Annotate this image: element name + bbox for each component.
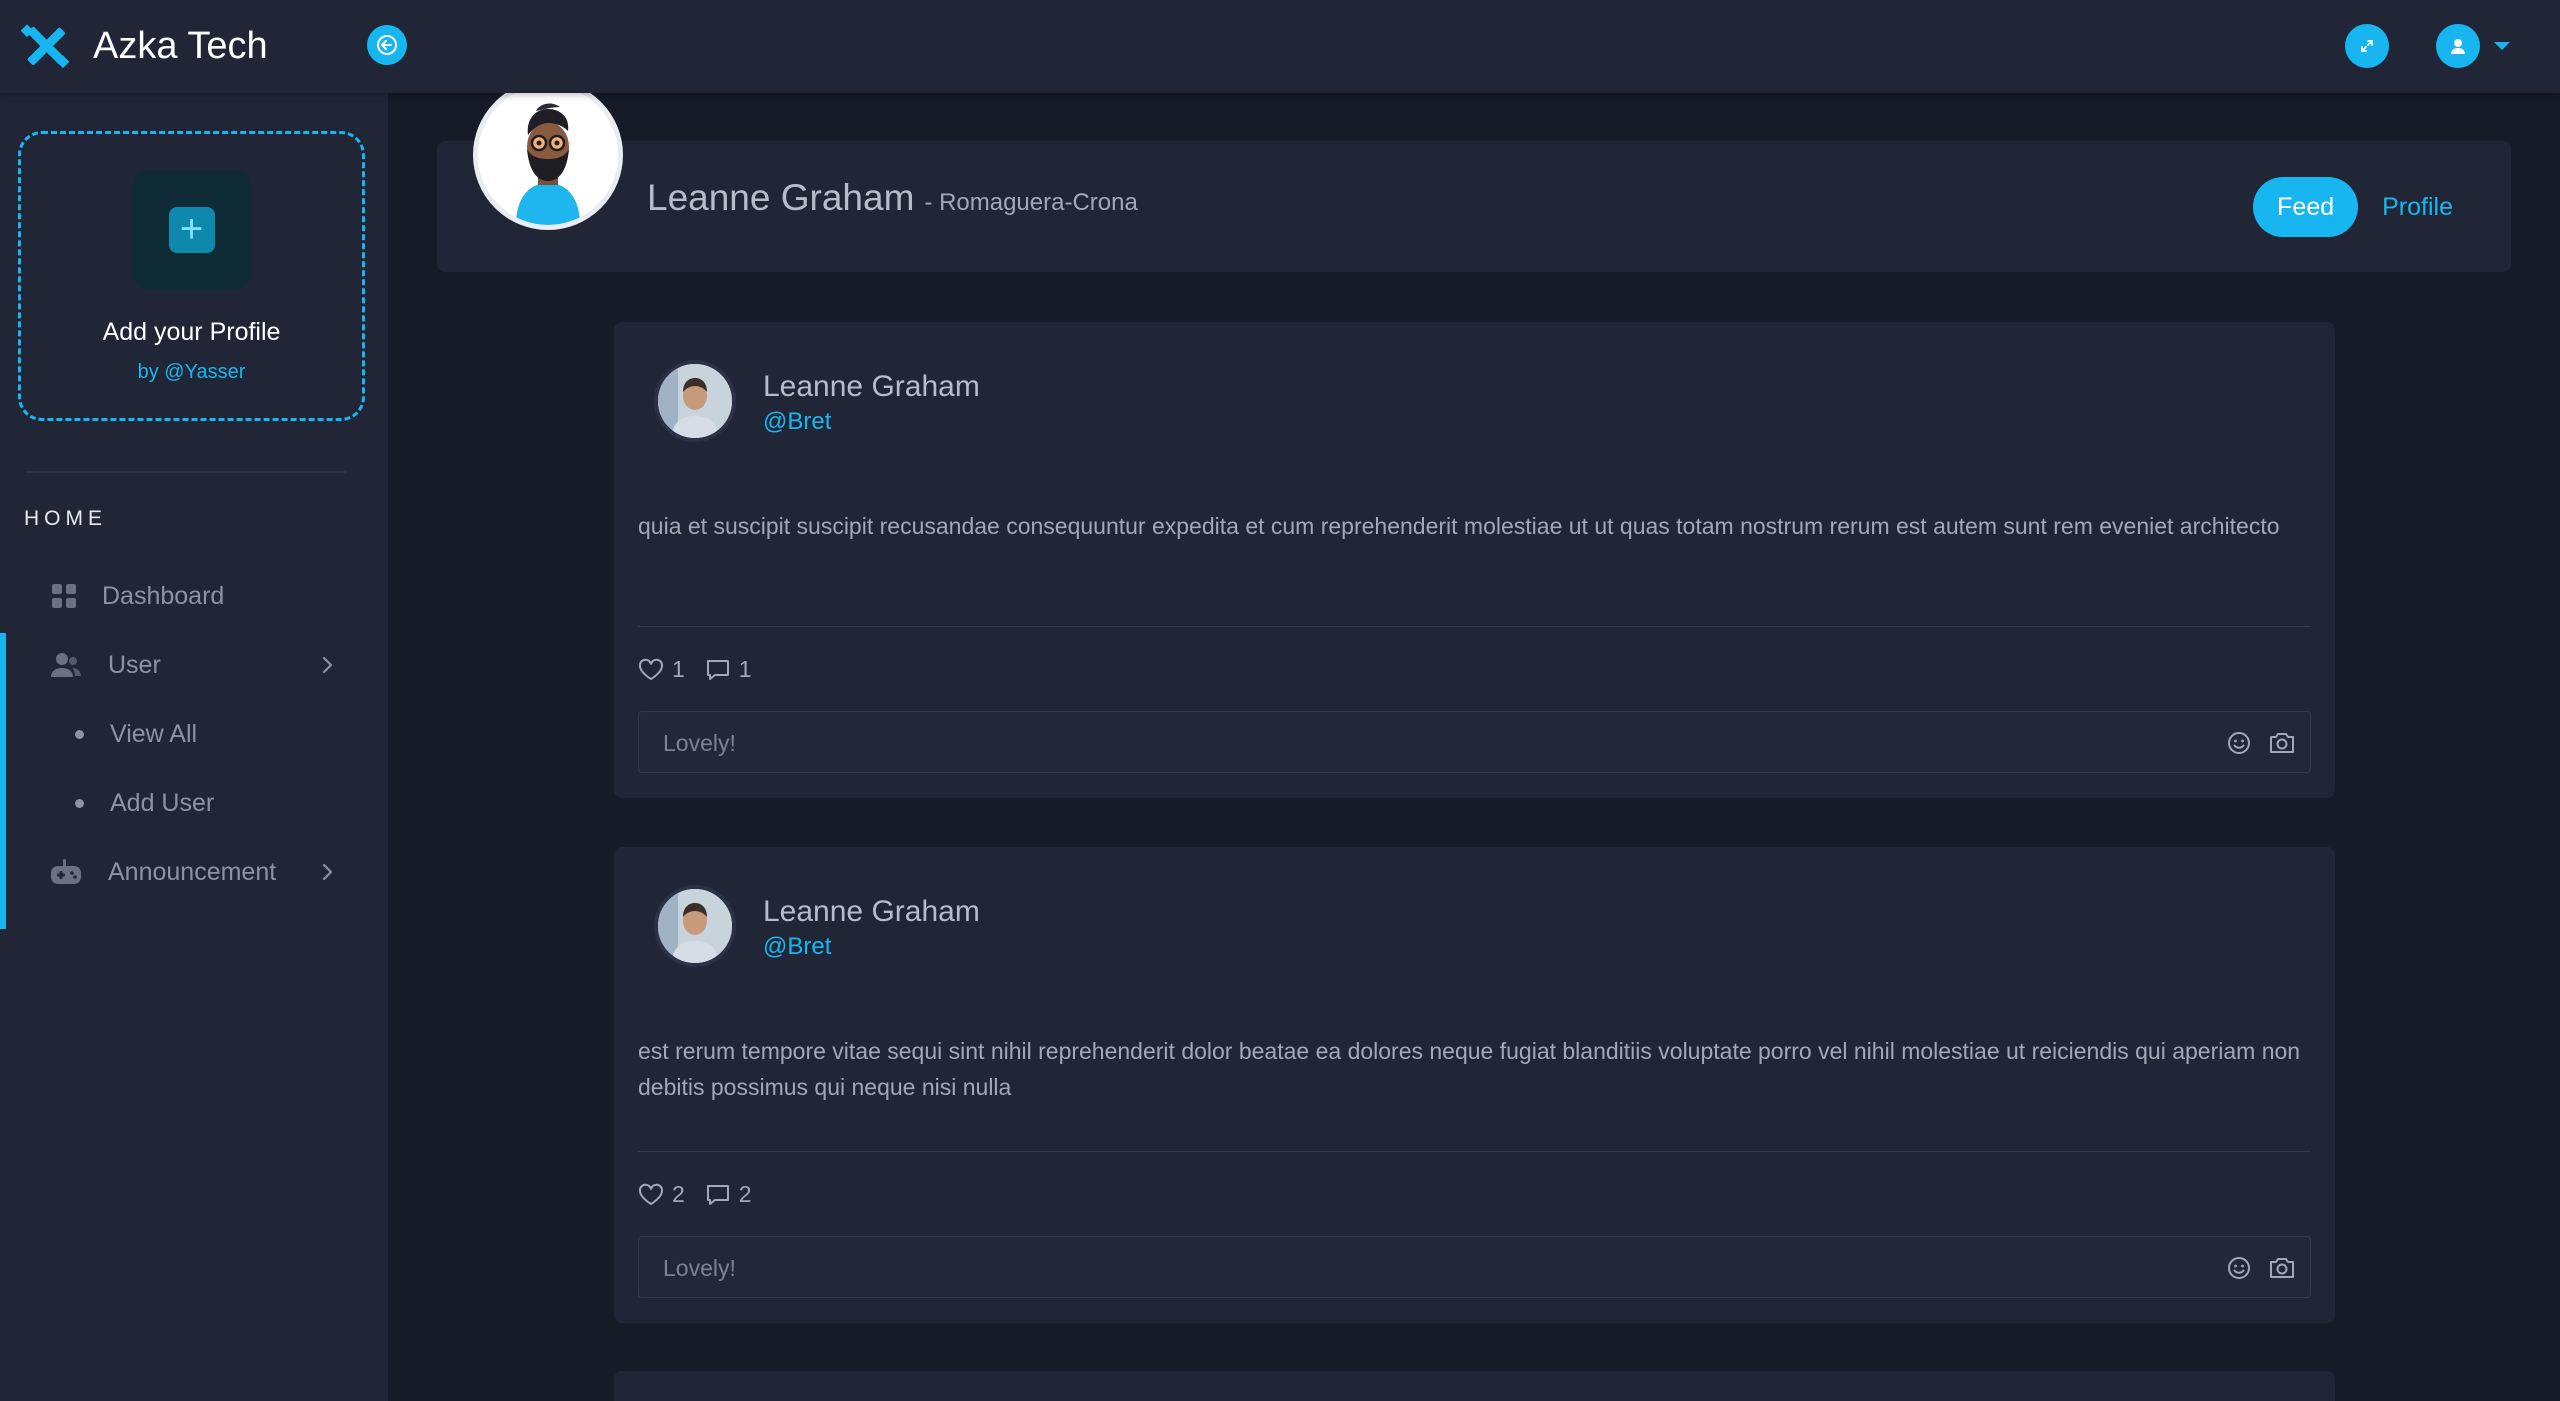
like-count: 2	[672, 1181, 685, 1207]
like-button[interactable]: 2	[638, 1181, 685, 1208]
person-photo-icon	[658, 364, 732, 438]
sidebar-item-label: View All	[110, 719, 198, 748]
sidebar-item-label: Add User	[110, 788, 215, 817]
comment-input[interactable]: Lovely!	[638, 1236, 2311, 1298]
gamepad-icon	[50, 856, 82, 888]
top-bar: Azka Tech	[0, 0, 2560, 93]
like-count: 1	[672, 656, 685, 682]
comment-count: 1	[738, 656, 752, 682]
post-avatar[interactable]	[654, 360, 736, 442]
post-body: quia et suscipit suscipit recusandae con…	[638, 513, 2280, 539]
sidebar-divider	[26, 471, 346, 473]
add-profile-byline[interactable]: by @Yasser	[21, 361, 362, 384]
post-author[interactable]: Leanne Graham	[763, 370, 980, 404]
comment-placeholder: Lovely!	[663, 1255, 736, 1281]
sidebar-item-announcement[interactable]: Announcement	[0, 844, 388, 900]
fullscreen-button[interactable]	[2345, 24, 2389, 68]
user-avatar-button[interactable]	[2436, 24, 2480, 68]
user-icon	[2451, 39, 2465, 54]
camera-icon[interactable]	[2268, 1255, 2296, 1281]
grid-icon	[48, 580, 80, 612]
sidebar-item-dashboard[interactable]: Dashboard	[0, 568, 388, 624]
profile-avatar[interactable]	[473, 80, 623, 230]
bullet-icon	[75, 798, 84, 808]
feed-post: Leanne Graham @Bret est rerum tempore vi…	[614, 847, 2335, 1323]
sidebar-item-user[interactable]: User	[0, 637, 388, 693]
users-icon	[50, 649, 82, 681]
camera-icon[interactable]	[2268, 730, 2296, 756]
bearded-avatar-icon	[478, 85, 618, 225]
post-stats: 2 2	[638, 1181, 772, 1208]
expand-icon	[2361, 40, 2373, 52]
heart-icon	[638, 658, 664, 680]
add-profile-card[interactable]: + Add your Profile by @Yasser	[18, 131, 365, 421]
emoji-icon[interactable]	[2226, 730, 2252, 756]
comment-placeholder: Lovely!	[663, 730, 736, 756]
post-handle[interactable]: @Bret	[763, 933, 831, 961]
chevron-down-icon	[2494, 42, 2510, 50]
chevron-right-icon	[322, 863, 333, 881]
comment-icon	[706, 659, 729, 680]
sidebar-subitem-add-user[interactable]: Add User	[0, 775, 388, 831]
feed-post	[614, 1371, 2335, 1401]
profile-company: - Romaguera-Crona	[924, 189, 1138, 216]
post-divider	[638, 1151, 2311, 1152]
sidebar: + Add your Profile by @Yasser HOME Dashb…	[0, 93, 388, 1401]
user-menu[interactable]	[2436, 24, 2510, 68]
emoji-icon[interactable]	[2226, 1255, 2252, 1281]
post-avatar[interactable]	[654, 885, 736, 967]
bullet-icon	[75, 729, 84, 739]
chevron-right-icon	[322, 656, 333, 674]
profile-name-line: Leanne Graham - Romaguera-Crona	[647, 177, 1138, 219]
brand[interactable]: Azka Tech	[21, 21, 268, 71]
tab-profile[interactable]: Profile	[2382, 193, 2453, 222]
person-photo-icon	[658, 889, 732, 963]
comment-input[interactable]: Lovely!	[638, 711, 2311, 773]
add-profile-tile[interactable]: +	[131, 170, 252, 290]
brand-logo-icon	[21, 24, 70, 69]
like-button[interactable]: 1	[638, 656, 685, 683]
brand-name: Azka Tech	[93, 24, 268, 67]
post-handle[interactable]: @Bret	[763, 408, 831, 436]
profile-header: Leanne Graham - Romaguera-Crona Feed Prof…	[437, 141, 2511, 272]
tab-feed[interactable]: Feed	[2253, 177, 2359, 237]
heart-icon	[638, 1183, 664, 1205]
post-stats: 1 1	[638, 656, 772, 683]
plus-icon: +	[168, 207, 215, 253]
profile-name: Leanne Graham	[647, 177, 915, 218]
sidebar-subitem-view-all[interactable]: View All	[0, 706, 388, 762]
profile-tabs: Feed Profile	[2253, 177, 2453, 237]
arrow-left-icon	[377, 35, 397, 55]
sidebar-item-label: Dashboard	[102, 581, 225, 610]
sidebar-section-title: HOME	[24, 507, 107, 530]
sidebar-item-label: User	[108, 650, 161, 679]
comment-icon	[706, 1184, 729, 1205]
post-author[interactable]: Leanne Graham	[763, 895, 980, 929]
comment-count: 2	[738, 1181, 752, 1207]
feed-post: Leanne Graham @Bret quia et suscipit sus…	[614, 322, 2335, 798]
comment-button[interactable]: 2	[705, 1181, 752, 1208]
add-profile-title: Add your Profile	[102, 318, 281, 346]
sidebar-item-label: Announcement	[108, 857, 277, 886]
post-divider	[638, 626, 2311, 627]
sidebar-collapse-button[interactable]	[367, 25, 407, 65]
comment-button[interactable]: 1	[705, 656, 752, 683]
post-body: est rerum tempore vitae sequi sint nihil…	[638, 1038, 2301, 1100]
